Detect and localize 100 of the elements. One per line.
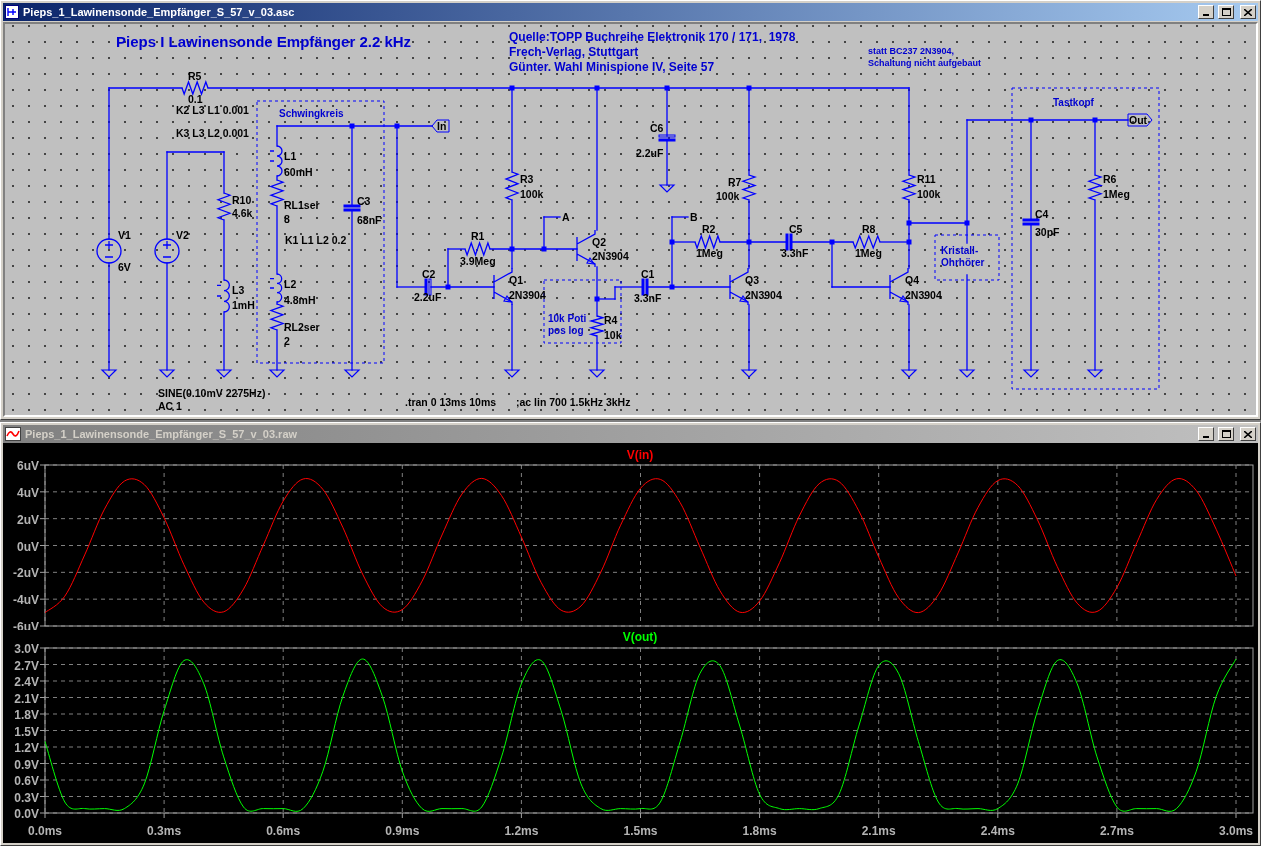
close-icon xyxy=(1244,8,1252,16)
component-name: C3 xyxy=(357,195,371,207)
inductor-symbol xyxy=(216,279,230,313)
capacitor-symbol xyxy=(1022,218,1040,226)
comment-text: statt BC237 2N3904, Schaltung nicht aufgebaut xyxy=(868,46,981,68)
comment-text: Kristall- Ohrhörer xyxy=(941,245,985,268)
ground-symbol xyxy=(588,369,606,378)
comment-text: Schwingkreis xyxy=(279,108,344,119)
y-tick-label: 6uV xyxy=(17,459,39,473)
wire xyxy=(223,311,225,371)
window-title: Pieps_1_Lawinensonde_Empfänger_S_57_v_03.raw xyxy=(25,428,299,440)
component-name: C1 xyxy=(641,268,655,280)
component-name: R4 xyxy=(604,314,618,326)
capacitor-symbol xyxy=(658,134,676,142)
component-name: L1 xyxy=(284,150,297,162)
y-tick-label: 2.7V xyxy=(14,658,39,673)
y-tick-label: 3.0V xyxy=(14,642,39,656)
close-button[interactable] xyxy=(1240,427,1256,441)
component-name: C5 xyxy=(789,223,803,235)
component-value: 0.1 xyxy=(188,93,203,105)
net-label-flag: In xyxy=(431,119,450,133)
component-value: 2.2uF xyxy=(636,147,664,159)
wire xyxy=(908,304,910,371)
component-value: 4.6k xyxy=(232,207,253,219)
y-tick-label: 4uV xyxy=(17,485,39,500)
maximize-button[interactable] xyxy=(1218,427,1234,441)
component-name: Q1 xyxy=(509,274,523,286)
dashed-frame xyxy=(934,234,1000,281)
maximize-icon xyxy=(1221,8,1231,16)
component-name: R5 xyxy=(188,70,202,82)
wire xyxy=(276,175,278,181)
y-tick-label: 1.8V xyxy=(14,708,39,722)
wire xyxy=(666,139,668,186)
component-value: 6V xyxy=(118,261,131,273)
component-name: V2 xyxy=(176,229,189,241)
ground-symbol xyxy=(658,184,676,193)
close-icon xyxy=(1244,430,1252,438)
component-name: C6 xyxy=(650,122,664,134)
component-value: 100k xyxy=(520,188,544,200)
minimize-button[interactable] xyxy=(1198,5,1214,19)
resistor-symbol xyxy=(741,174,757,201)
x-tick-label: 1.8ms xyxy=(742,824,777,838)
component-value: 2N3904 xyxy=(592,250,629,262)
net-label: A xyxy=(562,211,570,223)
inductor-symbol xyxy=(269,145,283,177)
voltage-source-symbol xyxy=(96,238,122,264)
window-title: Pieps_1_Lawinensonde_Empfänger_S_57_v_03.asc xyxy=(23,6,296,18)
resistor-symbol xyxy=(1087,174,1103,201)
component-name: R11 xyxy=(917,173,936,185)
net-label: B xyxy=(690,211,698,223)
component-value: 1Meg xyxy=(1103,188,1130,200)
component-name: V1 xyxy=(118,229,131,241)
capacitor-symbol xyxy=(641,278,649,296)
wire xyxy=(511,304,513,371)
x-tick-label: 0.6ms xyxy=(266,824,301,838)
spice-directive: K3 L3 L2 0.001 xyxy=(176,127,249,139)
ground-symbol xyxy=(503,369,521,378)
ground-symbol xyxy=(158,369,176,378)
minimize-button[interactable] xyxy=(1198,427,1214,441)
ground-symbol xyxy=(215,369,233,378)
x-tick-label: 2.1ms xyxy=(861,824,896,838)
ground-symbol xyxy=(100,369,118,378)
x-tick-label: 0.9ms xyxy=(385,824,420,838)
wire xyxy=(748,304,750,371)
wire xyxy=(276,329,278,371)
ground-symbol xyxy=(1086,369,1104,378)
component-value: 2 xyxy=(284,335,290,347)
component-name: R10 xyxy=(232,194,252,206)
maximize-icon xyxy=(1221,430,1231,438)
component-value: 1mH xyxy=(232,299,255,311)
x-tick-label: 2.4ms xyxy=(980,824,1015,838)
resistor-symbol xyxy=(588,315,606,337)
wire xyxy=(596,335,598,371)
component-name: Q4 xyxy=(905,274,919,286)
component-value: SINE(0.10mV 2275Hz) xyxy=(158,387,266,399)
close-button[interactable] xyxy=(1240,5,1256,19)
y-tick-label: 0uV xyxy=(17,539,39,554)
schematic-icon xyxy=(5,5,19,19)
voltage-source-symbol xyxy=(154,238,180,264)
resistor-symbol xyxy=(269,179,285,207)
wire xyxy=(223,219,225,281)
component-value: 2N3904 xyxy=(905,289,942,301)
resistor-symbol xyxy=(216,192,232,221)
component-value: 30pF xyxy=(1035,226,1060,238)
y-tick-label: 2.1V xyxy=(14,691,39,706)
component-value: 1Meg xyxy=(855,247,882,259)
component-name: C4 xyxy=(1035,208,1049,220)
maximize-button[interactable] xyxy=(1218,5,1234,19)
component-name: C2 xyxy=(422,268,436,280)
net-label-flag: Out xyxy=(1127,113,1153,127)
component-value: 100k xyxy=(917,188,941,200)
ground-symbol xyxy=(343,369,361,378)
x-tick-label: 0.0ms xyxy=(28,824,62,838)
resistor-symbol xyxy=(694,234,721,250)
resistor-symbol xyxy=(852,234,881,250)
component-value: 3.3nF xyxy=(634,292,662,304)
component-name: L3 xyxy=(232,284,245,296)
component-value: 68nF xyxy=(357,214,382,226)
waveform-icon xyxy=(5,427,21,441)
component-name: RL1ser xyxy=(284,199,320,211)
